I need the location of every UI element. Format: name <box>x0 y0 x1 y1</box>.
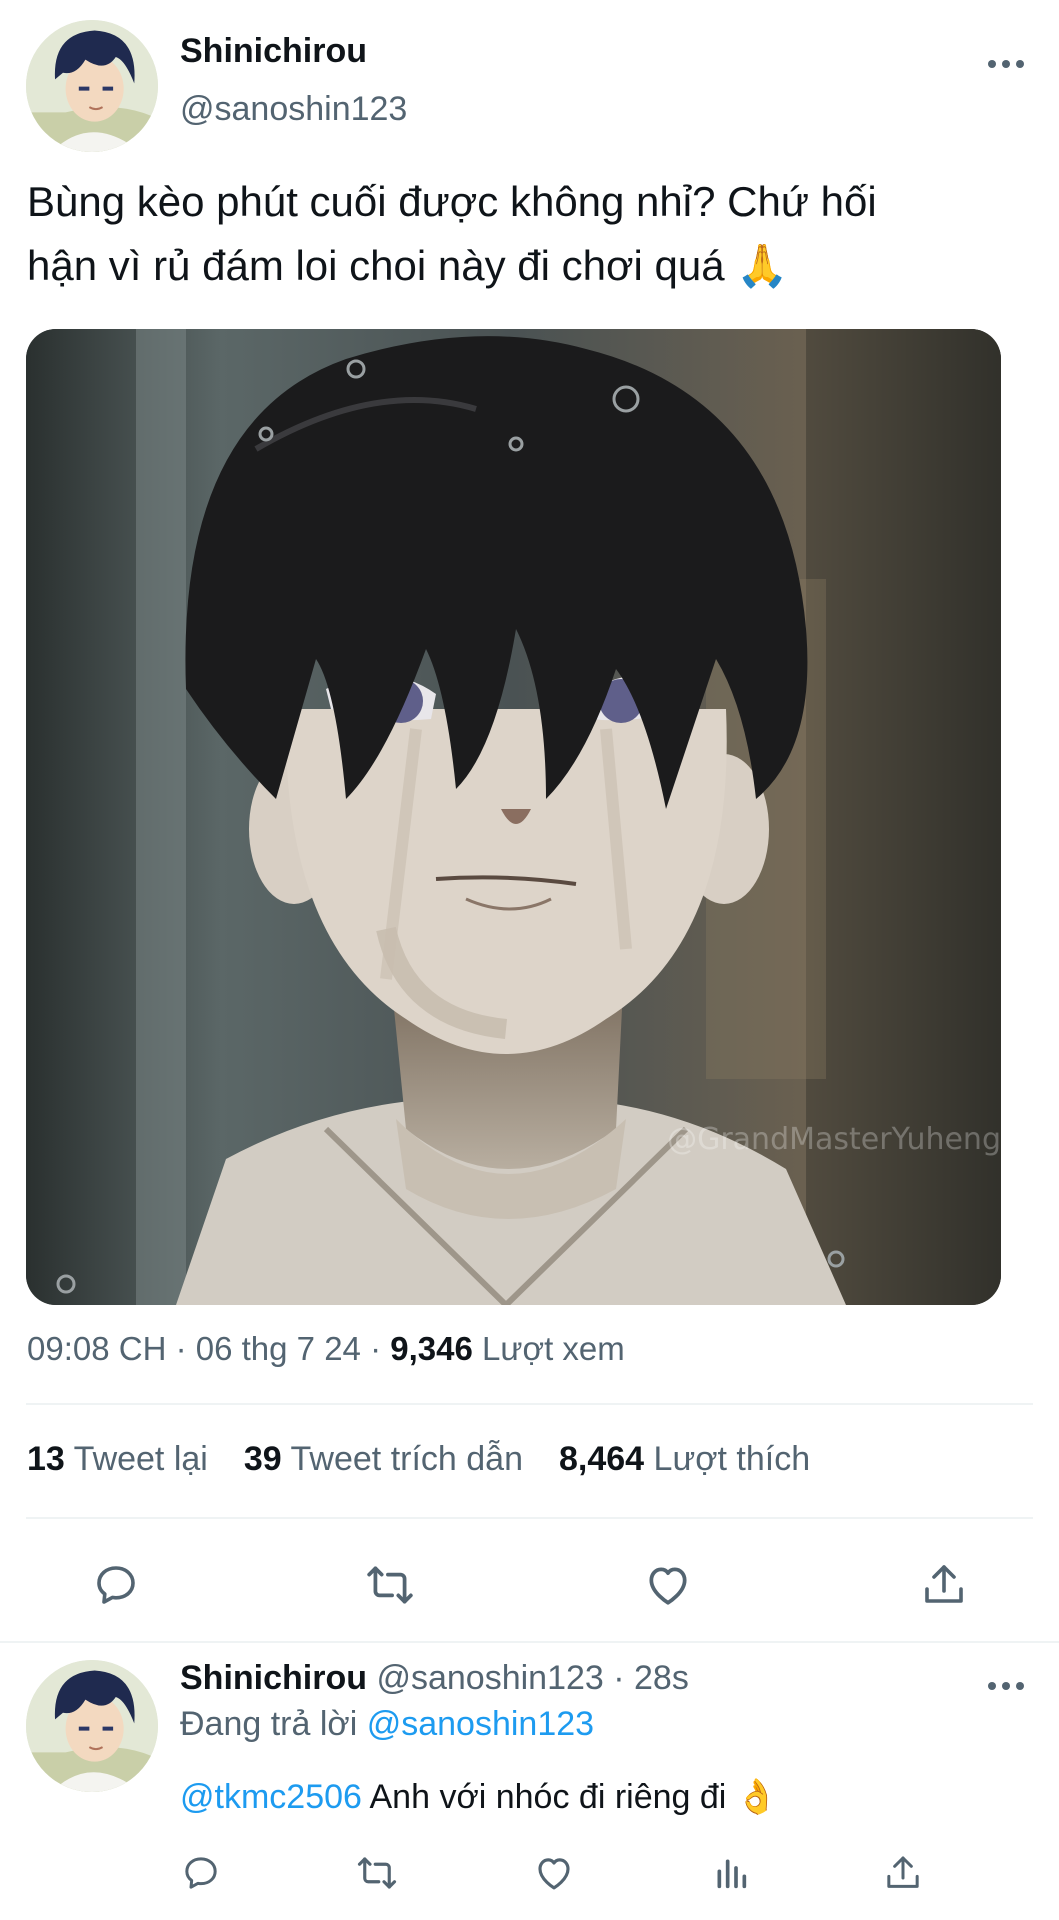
reply-share-button[interactable] <box>880 1850 926 1896</box>
reply-author-name[interactable]: Shinichirou <box>180 1659 367 1697</box>
tweet-text: Bùng kèo phút cuối được không nhỉ? Chứ h… <box>27 170 1027 298</box>
reply-body: Anh với nhóc đi riêng đi <box>369 1778 727 1816</box>
replying-to: Đang trả lời @sanoshin123 <box>180 1705 594 1744</box>
likes-stat[interactable]: 8,464 Lượt thích <box>559 1440 810 1479</box>
analytics-icon <box>717 1859 747 1889</box>
tweet-stats: 13 Tweet lại 39 Tweet trích dẫn 8,464 Lư… <box>27 1440 846 1479</box>
tweet-date: 06 thg 7 24 <box>195 1330 361 1367</box>
author-handle[interactable]: @sanoshin123 <box>180 90 407 129</box>
quotes-stat[interactable]: 39 Tweet trích dẫn <box>244 1440 523 1479</box>
reply-retweet-button[interactable] <box>354 1850 400 1896</box>
like-button[interactable] <box>638 1555 698 1615</box>
anime-illustration <box>26 329 1001 1305</box>
reply-icon <box>97 1566 135 1604</box>
replying-handle-link[interactable]: @sanoshin123 <box>367 1705 594 1743</box>
reply-icon <box>185 1857 217 1889</box>
share-icon <box>925 1565 963 1603</box>
tweet-text-line1: Bùng kèo phút cuối được không nhỉ? Chứ h… <box>27 178 877 225</box>
share-button[interactable] <box>914 1555 974 1615</box>
reply-header: Shinichirou @sanoshin123 · 28s <box>180 1659 689 1697</box>
avatar-image <box>26 1660 158 1792</box>
reply-author-handle[interactable]: @sanoshin123 <box>376 1659 603 1697</box>
image-watermark: @GrandMasterYuheng <box>667 1122 1001 1157</box>
reply-time[interactable]: 28s <box>634 1659 689 1697</box>
tweet-time: 09:08 CH <box>27 1330 167 1367</box>
more-icon[interactable] <box>988 58 1028 70</box>
views-count: 9,346 <box>390 1330 473 1367</box>
author-avatar[interactable] <box>26 20 158 152</box>
mention-link[interactable]: @tkmc2506 <box>180 1778 362 1816</box>
retweet-icon <box>357 1857 397 1889</box>
reply-analytics-button[interactable] <box>708 1850 754 1896</box>
divider <box>26 1403 1033 1405</box>
tweet-meta: 09:08 CH · 06 thg 7 24 · 9,346 Lượt xem <box>27 1330 625 1367</box>
tweet-text-line2: hận vì rủ đám loi choi này đi chơi quá <box>27 242 725 289</box>
quotes-label: Tweet trích dẫn <box>290 1440 523 1478</box>
reply-reply-button[interactable] <box>178 1850 224 1896</box>
divider <box>26 1517 1033 1519</box>
share-icon <box>887 1856 919 1888</box>
ok-hand-emoji: 👌 <box>735 1778 779 1816</box>
like-icon <box>538 1858 570 1890</box>
reply-like-button[interactable] <box>531 1850 577 1896</box>
views-label: Lượt xem <box>482 1330 625 1367</box>
likes-count: 8,464 <box>559 1440 645 1478</box>
retweets-count: 13 <box>27 1440 65 1478</box>
author-name[interactable]: Shinichirou <box>180 32 367 71</box>
retweet-button[interactable] <box>360 1555 420 1615</box>
likes-label: Lượt thích <box>653 1440 811 1478</box>
replying-label: Đang trả lời <box>180 1705 358 1743</box>
quotes-count: 39 <box>243 1440 282 1478</box>
avatar-image <box>26 20 158 152</box>
like-icon <box>649 1567 687 1605</box>
more-icon[interactable] <box>988 1680 1028 1692</box>
tweet-image[interactable]: @GrandMasterYuheng <box>26 329 1001 1305</box>
reply-text: @tkmc2506 Anh với nhóc đi riêng đi 👌 <box>180 1777 778 1817</box>
retweets-stat[interactable]: 13 Tweet lại <box>27 1440 208 1479</box>
retweet-icon <box>367 1566 413 1604</box>
reply-author-avatar[interactable] <box>26 1660 158 1792</box>
reply-button[interactable] <box>86 1555 146 1615</box>
retweets-label: Tweet lại <box>73 1440 208 1478</box>
pray-emoji: 🙏 <box>736 242 789 289</box>
divider <box>0 1641 1059 1643</box>
